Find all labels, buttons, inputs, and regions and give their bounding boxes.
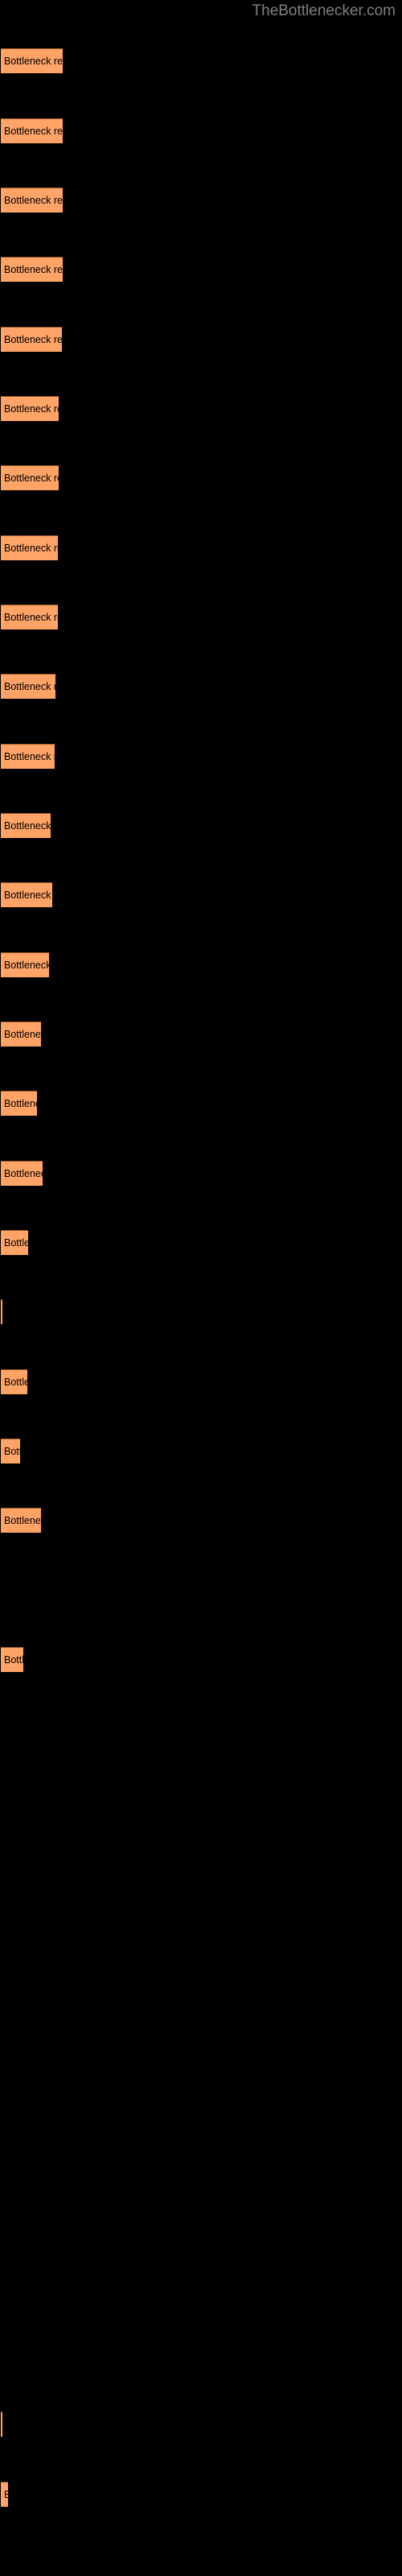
bar-4[interactable]: Bottleneck result: [1, 257, 63, 282]
bar-8[interactable]: Bottleneck result: [1, 535, 58, 560]
bar-24[interactable]: Bottleneck result: [1, 2412, 2, 2437]
bar-label: Bottleneck result: [4, 1654, 23, 1666]
bar-label: Bottleneck result: [4, 1237, 28, 1249]
bar-label: Bottleneck result: [4, 543, 58, 554]
bar-label: Bottleneck result: [4, 890, 52, 901]
bar-label: Bottleneck result: [4, 264, 63, 275]
bar-1[interactable]: Bottleneck result: [1, 48, 63, 73]
bar-10[interactable]: Bottleneck result: [1, 674, 55, 699]
bar-9[interactable]: Bottleneck result: [1, 605, 58, 630]
bar-label: Bottleneck result: [4, 126, 63, 137]
bar-label: Bottleneck result: [4, 1515, 41, 1526]
bar-6[interactable]: Bottleneck result: [1, 396, 59, 421]
bar-15[interactable]: Bottleneck result: [1, 1022, 41, 1046]
bar-label: Bottleneck result: [4, 1029, 41, 1040]
bar-5[interactable]: Bottleneck result: [1, 327, 62, 352]
bar-label: Bottleneck result: [4, 1446, 20, 1457]
bar-11[interactable]: Bottleneck result: [1, 744, 55, 769]
bar-16[interactable]: Bottleneck result: [1, 1091, 37, 1116]
bar-7[interactable]: Bottleneck result: [1, 465, 59, 490]
bar-label: Bottleneck result: [4, 820, 51, 832]
bar-label: Bottleneck result: [4, 751, 55, 762]
bar-label: Bottleneck result: [4, 1168, 43, 1179]
bar-19[interactable]: Bottleneck result: [1, 1299, 2, 1324]
bar-label: Bottleneck result: [4, 960, 49, 971]
bar-12[interactable]: Bottleneck result: [1, 813, 51, 838]
bar-20[interactable]: Bottleneck result: [1, 1369, 27, 1394]
bar-label: Bottleneck result: [4, 334, 62, 345]
bar-label: Bottleneck result: [4, 1098, 37, 1109]
bar-13[interactable]: Bottleneck result: [1, 882, 52, 907]
bar-23[interactable]: Bottleneck result: [1, 1647, 23, 1672]
bar-22[interactable]: Bottleneck result: [1, 1508, 41, 1533]
bar-25[interactable]: Bottleneck result: [1, 2482, 8, 2507]
bar-series-layer: Bottleneck result Bottleneck result Bottle…: [0, 0, 402, 2576]
bar-label: Bottleneck result: [4, 473, 59, 484]
bar-label: Bottleneck result: [4, 681, 55, 692]
bar-label: Bottleneck result: [4, 56, 63, 67]
bar-18[interactable]: Bottleneck result: [1, 1230, 28, 1255]
bottleneck-chart: TheBottlenecker.com Bottleneck resultBot…: [0, 0, 402, 2576]
bar-label: Bottleneck result: [4, 403, 59, 415]
bar-label: Bottleneck result: [4, 1377, 27, 1388]
bar-label: Bottleneck result: [4, 612, 58, 623]
bar-3[interactable]: Bottleneck result: [1, 188, 63, 213]
bar-17[interactable]: Bottleneck result: [1, 1161, 43, 1186]
bar-21[interactable]: Bottleneck result: [1, 1439, 20, 1463]
bar-label: Bottleneck result: [4, 2489, 8, 2500]
bar-label: Bottleneck result: [4, 195, 63, 206]
bar-14[interactable]: Bottleneck result: [1, 952, 49, 977]
bar-2[interactable]: Bottleneck result: [1, 118, 63, 143]
